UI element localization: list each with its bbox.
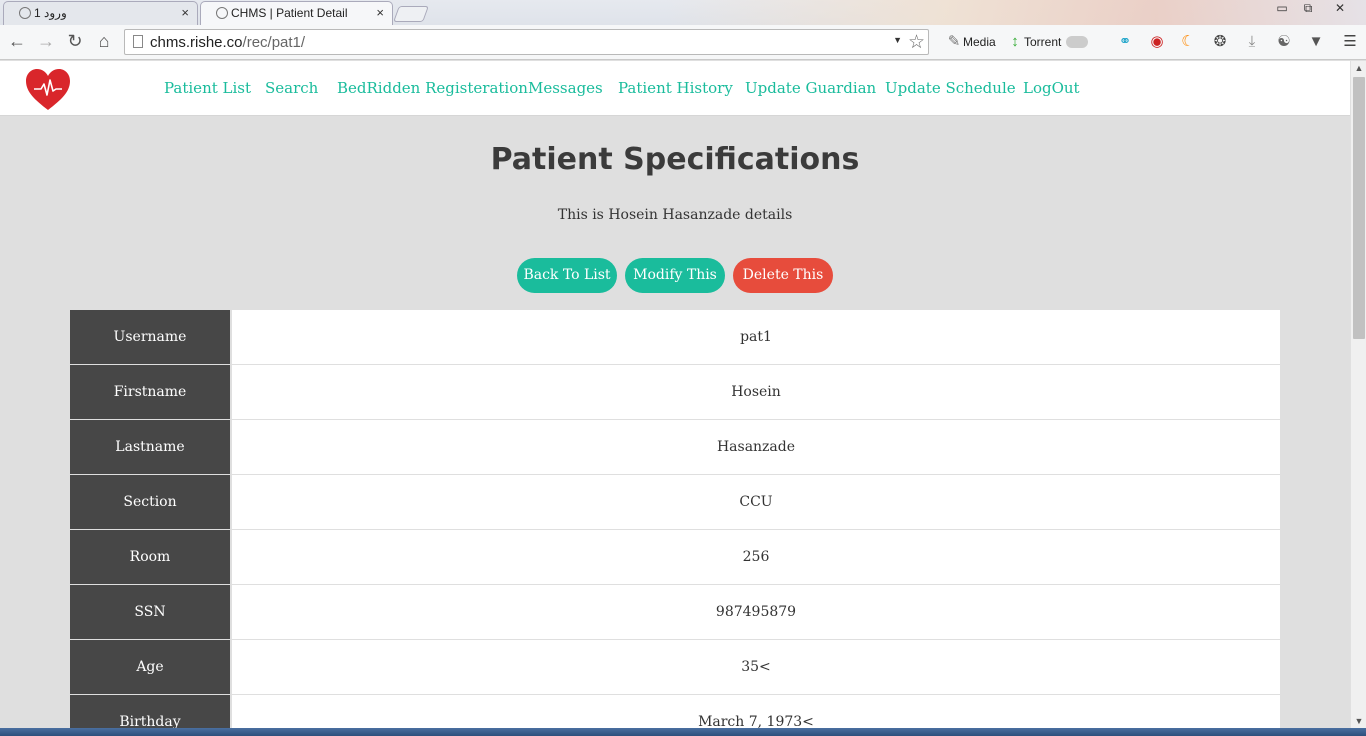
page-favicon-icon	[216, 7, 228, 19]
browser-toolbar: ← → ↻ ⌂ chms.rishe.co/rec/pat1/ ▼ ☆ ✎ Me…	[0, 25, 1366, 60]
nav-logout[interactable]: LogOut	[1023, 79, 1080, 97]
media-extension-icon[interactable]: ✎	[944, 32, 964, 52]
menu-icon[interactable]: ☰	[1340, 32, 1360, 52]
detail-row-lastname: Lastname Hasanzade	[70, 420, 1280, 474]
heart-logo-icon[interactable]	[25, 68, 71, 112]
detail-row-username: Username pat1	[70, 310, 1280, 364]
globe-icon[interactable]: ☯	[1274, 32, 1294, 52]
page-title: Patient Specifications	[490, 142, 860, 177]
detail-value: pat1	[232, 310, 1280, 364]
nav-patient-history[interactable]: Patient History	[618, 79, 733, 97]
nav-messages[interactable]: Messages	[528, 79, 603, 97]
back-arrow-icon[interactable]: ←	[6, 31, 28, 52]
detail-label: Section	[70, 475, 230, 529]
detail-value: 35<	[232, 640, 1280, 694]
detail-value: 987495879	[232, 585, 1280, 639]
detail-row-room: Room 256	[70, 530, 1280, 584]
orange-extension-icon[interactable]: ☾	[1178, 32, 1198, 52]
toggle-extension-icon[interactable]	[1066, 36, 1088, 48]
tab-close-icon[interactable]: ×	[181, 5, 189, 20]
address-bar[interactable]: chms.rishe.co/rec/pat1/ ▼ ☆	[124, 29, 929, 55]
browser-tab-login[interactable]: ورود 1 ×	[3, 1, 198, 25]
reload-icon[interactable]: ↻	[64, 31, 86, 52]
detail-value: CCU	[232, 475, 1280, 529]
site-navbar: Patient List Search BedRidden Registerat…	[0, 61, 1350, 116]
tab-close-icon[interactable]: ×	[376, 5, 384, 20]
detail-label: SSN	[70, 585, 230, 639]
media-extension-label[interactable]: Media	[963, 35, 996, 49]
scrollbar-thumb[interactable]	[1353, 77, 1365, 339]
detail-row-firstname: Firstname Hosein	[70, 365, 1280, 419]
detail-value: March 7, 1973<	[232, 695, 1280, 728]
nav-update-schedule[interactable]: Update Schedule	[885, 79, 1016, 97]
new-tab-button[interactable]	[393, 6, 429, 22]
nav-bedridden-registration[interactable]: BedRidden Registeration	[337, 79, 528, 97]
nav-search[interactable]: Search	[265, 79, 318, 97]
torrent-extension-icon[interactable]: ↕	[1005, 32, 1025, 52]
nav-patient-list[interactable]: Patient List	[164, 79, 251, 97]
film-reel-icon[interactable]: ❂	[1210, 32, 1230, 52]
detail-label: Lastname	[70, 420, 230, 474]
page-scrollbar[interactable]: ▲ ▼	[1350, 61, 1366, 728]
restore-button[interactable]: ⧉	[1294, 0, 1322, 18]
back-to-list-button[interactable]: Back To List	[517, 258, 617, 293]
detail-label: Room	[70, 530, 230, 584]
modify-button[interactable]: Modify This	[625, 258, 725, 293]
scroll-down-arrow-icon[interactable]: ▼	[1351, 716, 1366, 726]
detail-value: Hasanzade	[232, 420, 1280, 474]
stop-extension-icon[interactable]: ◉	[1147, 32, 1167, 52]
download-icon[interactable]: ⤓	[1242, 32, 1262, 52]
detail-label: Firstname	[70, 365, 230, 419]
download-circle-icon[interactable]: ▼	[1306, 32, 1326, 52]
detail-row-ssn: SSN 987495879	[70, 585, 1280, 639]
detail-value: Hosein	[232, 365, 1280, 419]
browser-tab-patient-detail[interactable]: CHMS | Patient Detail ×	[200, 1, 393, 25]
delete-button[interactable]: Delete This	[733, 258, 833, 293]
detail-value: 256	[232, 530, 1280, 584]
tab-title: ورود 1	[34, 6, 67, 20]
nav-update-guardian[interactable]: Update Guardian	[745, 79, 876, 97]
detail-row-birthday: Birthday March 7, 1973<	[70, 695, 1280, 728]
detail-label: Birthday	[70, 695, 230, 728]
detail-row-section: Section CCU	[70, 475, 1280, 529]
bookmark-star-icon[interactable]: ☆	[908, 31, 925, 54]
dropdown-arrow-icon[interactable]: ▼	[893, 35, 902, 45]
browser-tabstrip: ورود 1 × CHMS | Patient Detail × ▭ ⧉ ✕	[0, 0, 1366, 25]
forward-arrow-icon[interactable]: →	[35, 31, 57, 52]
os-taskbar	[0, 728, 1366, 736]
address-url[interactable]: chms.rishe.co/rec/pat1/	[150, 34, 305, 51]
detail-row-age: Age 35<	[70, 640, 1280, 694]
page-subtitle: This is Hosein Hasanzade details	[557, 207, 793, 223]
detail-label: Username	[70, 310, 230, 364]
detail-label: Age	[70, 640, 230, 694]
tab-title: CHMS | Patient Detail	[231, 6, 348, 20]
page-icon	[133, 35, 143, 48]
home-icon[interactable]: ⌂	[93, 31, 115, 52]
minimize-button[interactable]: ▭	[1268, 0, 1296, 18]
page-favicon-icon	[19, 7, 31, 19]
headphones-icon[interactable]: ⚭	[1115, 32, 1135, 52]
window-close-button[interactable]: ✕	[1326, 0, 1354, 18]
scroll-up-arrow-icon[interactable]: ▲	[1351, 63, 1366, 73]
torrent-extension-label[interactable]: Torrent	[1024, 35, 1061, 49]
